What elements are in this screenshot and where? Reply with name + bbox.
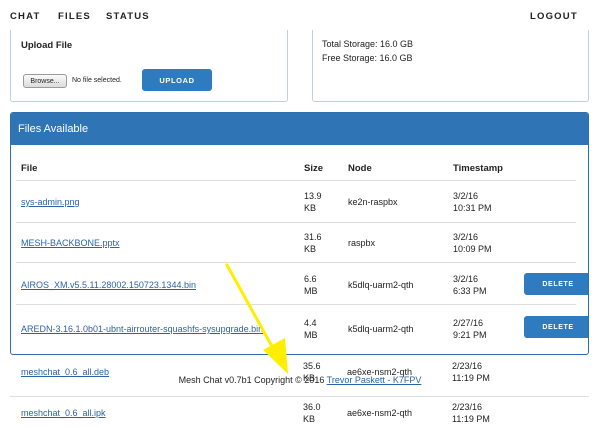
files-panel-title: Files Available bbox=[11, 113, 588, 145]
file-node: ke2n-raspbx bbox=[348, 197, 398, 207]
file-node: k5dlq-uarm2-qth bbox=[348, 324, 414, 334]
file-timestamp: 3/2/16 10:09 PM bbox=[453, 232, 492, 254]
no-file-selected-text: No file selected. bbox=[72, 77, 122, 84]
file-node: raspbx bbox=[348, 238, 376, 248]
row-divider bbox=[10, 396, 589, 397]
table-row: sys-admin.png 13.9 KB ke2n-raspbx 3/2/16 1… bbox=[16, 180, 576, 222]
column-header-node: Node bbox=[348, 163, 372, 174]
table-row: AIROS_XM.v5.5.11.28002.150723.1344.bin 6… bbox=[16, 262, 588, 304]
column-header-size: Size bbox=[304, 163, 324, 174]
footer-copyright-text: Mesh Chat v0.7b1 Copyright © 2016 bbox=[178, 375, 325, 385]
upload-button[interactable]: UPLOAD bbox=[142, 69, 212, 91]
nav-chat-link[interactable]: CHAT bbox=[10, 11, 40, 22]
file-timestamp: 3/2/16 6:33 PM bbox=[453, 274, 487, 296]
table-row: meshchat_0.6_all.ipk 36.0 KB ae6xe-nsm2-q… bbox=[10, 398, 589, 428]
nav-logout-link[interactable]: LOGOUT bbox=[530, 11, 578, 22]
file-link[interactable]: AIROS_XM.v5.5.11.28002.150723.1344.bin bbox=[21, 279, 196, 291]
files-panel: Files Available File Size Node Timestamp… bbox=[10, 112, 589, 355]
file-link[interactable]: AREDN-3.16.1.0b01-ubnt-airrouter-squashf… bbox=[21, 323, 263, 335]
footer: Mesh Chat v0.7b1 Copyright © 2016 Trevor… bbox=[0, 375, 600, 385]
file-timestamp: 2/27/16 9:21 PM bbox=[453, 318, 487, 340]
delete-button[interactable]: DELETE bbox=[524, 273, 588, 295]
top-nav: CHAT FILES STATUS LOGOUT bbox=[0, 0, 600, 34]
file-timestamp: 2/23/16 11:19 PM bbox=[452, 402, 490, 424]
file-link[interactable]: sys-admin.png bbox=[21, 196, 80, 208]
file-size: 13.9 KB bbox=[304, 191, 322, 213]
table-row: MESH-BACKBONE.pptx 31.6 KB raspbx 3/2/16 1… bbox=[16, 222, 576, 262]
upload-panel: Upload File Browse... No file selected. … bbox=[10, 30, 288, 102]
footer-author-link[interactable]: Trevor Paskett - K7FPV bbox=[327, 375, 422, 385]
file-link[interactable]: meshchat_0.6_all.ipk bbox=[21, 407, 106, 419]
file-node: k5dlq-uarm2-qth bbox=[348, 280, 414, 290]
file-timestamp: 3/2/16 10:31 PM bbox=[453, 191, 492, 213]
storage-panel: Total Storage: 16.0 GB Free Storage: 16.… bbox=[312, 30, 589, 102]
file-size: 36.0 KB bbox=[303, 402, 321, 424]
free-storage-text: Free Storage: 16.0 GB bbox=[322, 53, 413, 63]
delete-button[interactable]: DELETE bbox=[524, 316, 588, 338]
upload-title: Upload File bbox=[21, 40, 73, 51]
file-size: 4.4 MB bbox=[304, 318, 318, 340]
nav-files-link[interactable]: FILES bbox=[58, 11, 91, 22]
nav-status-link[interactable]: STATUS bbox=[106, 11, 150, 22]
file-size: 31.6 KB bbox=[304, 232, 322, 254]
table-row: AREDN-3.16.1.0b01-ubnt-airrouter-squashf… bbox=[16, 304, 588, 349]
file-size: 6.6 MB bbox=[304, 274, 318, 296]
total-storage-text: Total Storage: 16.0 GB bbox=[322, 39, 414, 49]
browse-button[interactable]: Browse... bbox=[23, 74, 67, 88]
column-header-file: File bbox=[21, 163, 38, 174]
file-link[interactable]: MESH-BACKBONE.pptx bbox=[21, 237, 120, 249]
column-header-timestamp: Timestamp bbox=[453, 163, 503, 174]
file-node: ae6xe-nsm2-qth bbox=[347, 408, 413, 418]
